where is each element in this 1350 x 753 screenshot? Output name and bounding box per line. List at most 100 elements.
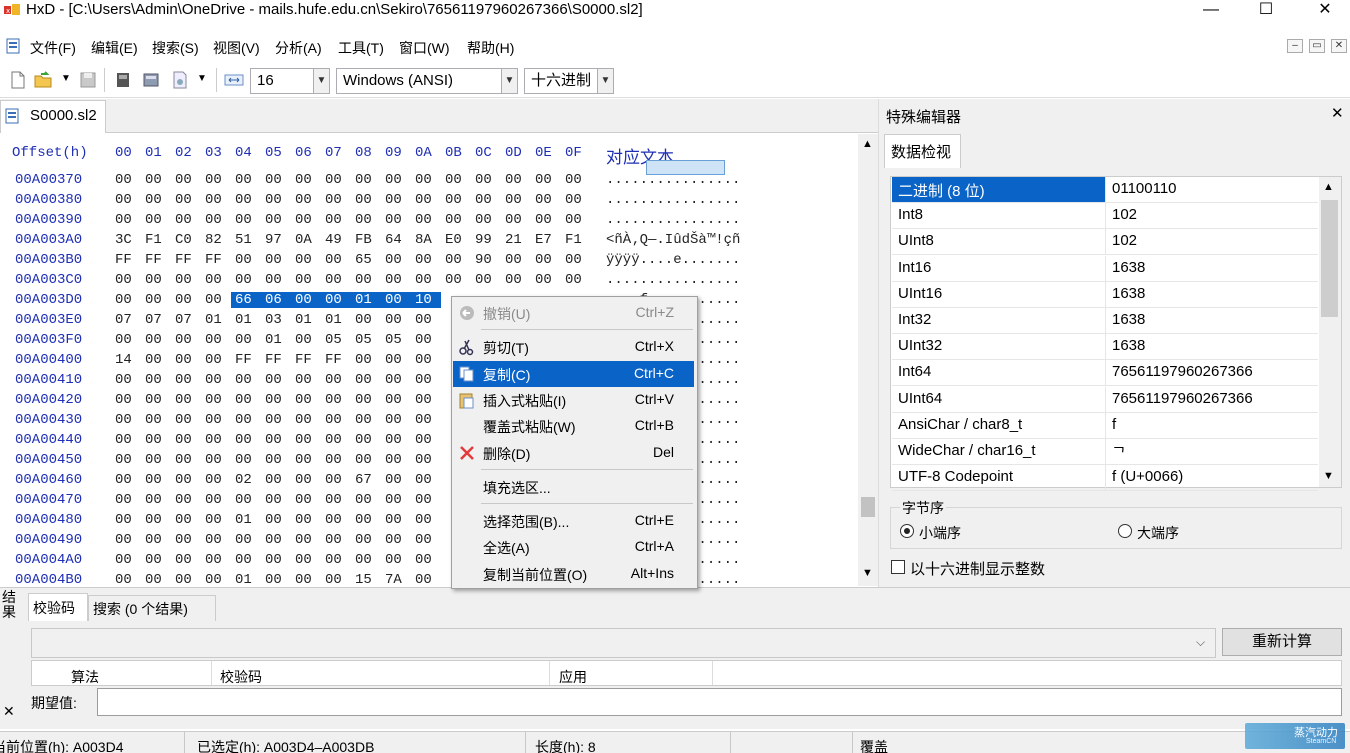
hex-byte[interactable]: 00 bbox=[235, 412, 257, 428]
hex-byte[interactable]: 00 bbox=[325, 532, 347, 548]
hex-byte[interactable]: FF bbox=[115, 252, 137, 268]
hex-byte[interactable]: E0 bbox=[445, 232, 467, 248]
hex-byte[interactable]: 00 bbox=[385, 532, 407, 548]
hex-byte[interactable]: 00 bbox=[415, 392, 437, 408]
hex-byte[interactable]: 00 bbox=[145, 212, 167, 228]
hex-byte[interactable]: 00 bbox=[445, 252, 467, 268]
hex-byte[interactable]: 00 bbox=[235, 172, 257, 188]
hex-byte[interactable]: 00 bbox=[235, 332, 257, 348]
hex-byte[interactable]: 00 bbox=[115, 172, 137, 188]
mdi-close-button[interactable]: ✕ bbox=[1331, 39, 1347, 53]
hex-byte[interactable]: 00 bbox=[175, 372, 197, 388]
hex-byte[interactable]: 00 bbox=[321, 292, 351, 308]
hex-byte[interactable]: 00 bbox=[535, 192, 557, 208]
hex-byte[interactable]: 00 bbox=[565, 252, 587, 268]
hex-byte[interactable]: 00 bbox=[175, 172, 197, 188]
hex-byte[interactable]: 00 bbox=[381, 292, 411, 308]
hex-byte[interactable]: 00 bbox=[355, 412, 377, 428]
hex-byte[interactable]: 00 bbox=[385, 372, 407, 388]
context-menu-item[interactable]: 剪切(T) Ctrl+X bbox=[453, 334, 694, 360]
open-ram-icon[interactable] bbox=[141, 70, 161, 90]
open-dropdown-icon[interactable]: ▼ bbox=[61, 73, 71, 84]
data-inspector-row[interactable]: WideChar / char16_t ᄀ bbox=[892, 439, 1318, 465]
hex-byte[interactable]: 00 bbox=[355, 432, 377, 448]
column-apply[interactable]: 应用 bbox=[559, 667, 587, 687]
hex-byte[interactable]: 00 bbox=[175, 432, 197, 448]
hex-byte[interactable]: 00 bbox=[175, 292, 197, 308]
hex-byte[interactable]: 00 bbox=[385, 392, 407, 408]
data-type-value[interactable]: 1638 bbox=[1106, 334, 1318, 359]
hex-byte[interactable]: 00 bbox=[445, 212, 467, 228]
hex-byte[interactable]: 00 bbox=[355, 212, 377, 228]
hex-byte[interactable]: 00 bbox=[385, 272, 407, 288]
data-type-value[interactable]: 1638 bbox=[1106, 308, 1318, 333]
hex-byte[interactable]: 00 bbox=[565, 172, 587, 188]
hex-byte[interactable]: 00 bbox=[505, 252, 527, 268]
hex-byte[interactable]: 00 bbox=[385, 212, 407, 228]
hex-byte[interactable]: FF bbox=[205, 252, 227, 268]
hex-byte[interactable]: 01 bbox=[351, 292, 381, 308]
hex-byte[interactable]: 00 bbox=[115, 472, 137, 488]
hex-byte[interactable]: 00 bbox=[145, 172, 167, 188]
data-inspector-row[interactable]: 二进制 (8 位) 01100110 bbox=[892, 177, 1318, 203]
hex-byte[interactable]: 00 bbox=[295, 332, 317, 348]
hex-byte[interactable]: 00 bbox=[325, 572, 347, 588]
expected-value-input[interactable] bbox=[97, 688, 1342, 716]
hex-byte[interactable]: 14 bbox=[115, 352, 137, 368]
hex-byte[interactable]: 00 bbox=[235, 552, 257, 568]
context-menu-item[interactable]: 删除(D) Del bbox=[453, 440, 694, 466]
column-checksum[interactable]: 校验码 bbox=[220, 667, 262, 687]
hex-byte[interactable]: 00 bbox=[265, 372, 287, 388]
hex-byte[interactable]: 00 bbox=[205, 292, 227, 308]
hex-byte[interactable]: 05 bbox=[325, 332, 347, 348]
hex-byte[interactable]: 00 bbox=[235, 272, 257, 288]
hex-byte[interactable]: 00 bbox=[325, 372, 347, 388]
menu-window[interactable]: 窗口(W) bbox=[399, 38, 450, 58]
hex-byte[interactable]: 00 bbox=[205, 552, 227, 568]
hex-byte[interactable]: 66 bbox=[231, 292, 261, 308]
hex-byte[interactable]: 00 bbox=[235, 252, 257, 268]
hex-byte[interactable]: 00 bbox=[265, 172, 287, 188]
hex-byte[interactable]: 00 bbox=[415, 432, 437, 448]
context-menu-item[interactable]: 复制(C) Ctrl+C bbox=[453, 360, 694, 387]
hex-byte[interactable]: 00 bbox=[385, 552, 407, 568]
hex-byte[interactable]: 05 bbox=[385, 332, 407, 348]
hex-byte[interactable]: 00 bbox=[115, 332, 137, 348]
hex-byte[interactable]: 00 bbox=[175, 332, 197, 348]
open-image-icon[interactable] bbox=[170, 70, 190, 90]
scroll-down-icon[interactable]: ▼ bbox=[862, 567, 873, 579]
hex-byte[interactable]: 01 bbox=[235, 312, 257, 328]
chevron-down-icon[interactable]: ⌵ bbox=[1196, 635, 1205, 650]
recalculate-button[interactable]: 重新计算 bbox=[1222, 628, 1342, 656]
hex-byte[interactable]: 00 bbox=[205, 332, 227, 348]
hex-byte[interactable]: 00 bbox=[145, 332, 167, 348]
hex-byte[interactable]: 00 bbox=[265, 492, 287, 508]
hex-byte[interactable]: 00 bbox=[265, 272, 287, 288]
algorithm-select[interactable] bbox=[31, 628, 1216, 658]
hex-byte[interactable]: 00 bbox=[295, 252, 317, 268]
hex-byte[interactable]: 00 bbox=[385, 412, 407, 428]
hex-byte[interactable]: 49 bbox=[325, 232, 347, 248]
results-close-icon[interactable]: ✕ bbox=[3, 703, 15, 720]
hex-byte[interactable]: 00 bbox=[145, 512, 167, 528]
hex-byte[interactable]: 00 bbox=[205, 452, 227, 468]
hex-byte[interactable]: 00 bbox=[415, 352, 437, 368]
data-type-value[interactable]: 102 bbox=[1106, 229, 1318, 254]
hex-byte[interactable]: 00 bbox=[235, 192, 257, 208]
hex-byte[interactable]: 00 bbox=[565, 192, 587, 208]
hex-byte[interactable]: 00 bbox=[385, 172, 407, 188]
hex-byte[interactable]: 00 bbox=[445, 192, 467, 208]
chevron-down-icon[interactable]: ▼ bbox=[313, 69, 329, 93]
hex-byte[interactable]: 00 bbox=[235, 452, 257, 468]
hex-byte[interactable]: 00 bbox=[145, 452, 167, 468]
hex-ints-checkbox[interactable] bbox=[891, 560, 905, 574]
bytes-per-row-select[interactable]: 16 ▼ bbox=[250, 68, 330, 94]
hex-byte[interactable]: 00 bbox=[115, 372, 137, 388]
hex-byte[interactable]: 00 bbox=[145, 292, 167, 308]
hex-byte[interactable]: 00 bbox=[235, 432, 257, 448]
row-text[interactable]: ................ bbox=[606, 272, 740, 288]
menu-edit[interactable]: 编辑(E) bbox=[91, 38, 138, 58]
hex-byte[interactable]: 06 bbox=[261, 292, 291, 308]
context-menu-item[interactable]: 选择范围(B)... Ctrl+E bbox=[453, 508, 694, 534]
hex-byte[interactable]: 00 bbox=[175, 492, 197, 508]
